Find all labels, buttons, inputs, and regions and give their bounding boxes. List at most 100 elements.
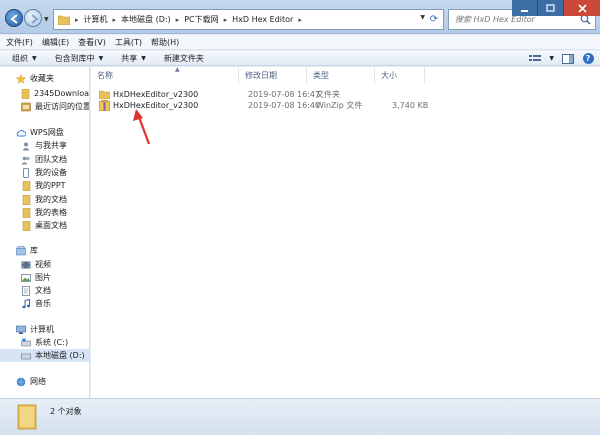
breadcrumb-pc-download[interactable]: PC下载网: [184, 14, 218, 25]
nav-item-label: 视频: [35, 260, 51, 269]
nav-item-local-disk-d[interactable]: 本地磁盘 (D:): [0, 349, 89, 362]
nav-libraries-label: 库: [30, 246, 38, 255]
nav-item-team-docs[interactable]: 团队文档: [0, 153, 89, 166]
nav-item-label: 图片: [35, 273, 51, 282]
nav-item-documents[interactable]: 文档: [0, 284, 89, 297]
nav-item-label: 与我共享: [35, 141, 67, 150]
file-date: 2019-07-08 16:40: [248, 101, 321, 110]
address-dropdown[interactable]: ▼: [420, 14, 425, 21]
minimize-button[interactable]: [512, 0, 538, 16]
nav-item-label: 文档: [35, 286, 51, 295]
nav-item-my-spreadsheets[interactable]: 我的表格: [0, 206, 89, 219]
nav-favorites[interactable]: 收藏夹: [0, 72, 89, 85]
help-button[interactable]: ?: [582, 53, 594, 64]
organize-button[interactable]: 组织 ▼: [12, 53, 37, 64]
menu-tools[interactable]: 工具(T): [115, 37, 142, 48]
chevron-down-icon: ▼: [32, 54, 37, 62]
title-address-bar: ▼ ▸ 计算机 ▸ 本地磁盘 (D:) ▸ PC下载网 ▸ HxD Hex Ed…: [0, 0, 600, 34]
nav-item-my-devices[interactable]: 我的设备: [0, 166, 89, 179]
minimize-icon: [521, 9, 528, 12]
menu-edit[interactable]: 编辑(E): [42, 37, 69, 48]
menu-help[interactable]: 帮助(H): [151, 37, 179, 48]
nav-item-label: 我的PPT: [35, 181, 66, 190]
nav-item-label: 我的表格: [35, 208, 67, 217]
nav-network[interactable]: 网络: [0, 375, 89, 388]
organize-label: 组织: [12, 53, 28, 63]
folder-icon: [17, 404, 37, 430]
preview-pane-icon[interactable]: [562, 53, 574, 64]
nav-item-videos[interactable]: 视频: [0, 258, 89, 271]
nav-item-desktop-docs[interactable]: 桌面文档: [0, 219, 89, 232]
share-label: 共享: [121, 53, 138, 63]
column-header-type[interactable]: 类型: [307, 67, 375, 84]
new-folder-button[interactable]: 新建文件夹: [164, 53, 204, 64]
address-bar[interactable]: ▸ 计算机 ▸ 本地磁盘 (D:) ▸ PC下载网 ▸ HxD Hex Edit…: [53, 9, 444, 30]
back-arrow-icon: [10, 14, 18, 24]
star-icon: [16, 73, 26, 84]
close-icon: [577, 3, 587, 13]
nav-item-music[interactable]: 音乐: [0, 297, 89, 310]
file-type: WinZip 文件: [316, 101, 363, 110]
maximize-button[interactable]: [538, 0, 564, 16]
command-toolbar: 组织 ▼ 包含到库中 ▼ 共享 ▼ 新建文件夹 ▼ ?: [0, 51, 600, 66]
back-button[interactable]: [5, 9, 23, 27]
nav-item-label: 2345Downloads: [34, 89, 90, 98]
breadcrumb-separator[interactable]: ▸: [224, 16, 228, 24]
column-header-size[interactable]: 大小: [375, 67, 425, 84]
menu-file[interactable]: 文件(F): [6, 37, 33, 48]
breadcrumb-drive-d[interactable]: 本地磁盘 (D:): [121, 14, 171, 25]
nav-item-pictures[interactable]: 图片: [0, 271, 89, 284]
toolbar-right-controls: ▼ ?: [529, 53, 594, 64]
forward-button[interactable]: [24, 9, 42, 27]
column-header-date[interactable]: 修改日期: [239, 67, 307, 84]
nav-item-recent-places[interactable]: 最近访问的位置: [0, 100, 90, 113]
shared-icon: [21, 141, 31, 151]
refresh-icon[interactable]: ⟳: [427, 13, 441, 27]
nav-computer[interactable]: 计算机: [0, 323, 89, 336]
breadcrumb-separator[interactable]: ▸: [113, 16, 117, 24]
nav-item-label: 我的文档: [35, 195, 67, 204]
document-icon: [21, 285, 31, 296]
include-in-library-button[interactable]: 包含到库中 ▼: [55, 53, 104, 64]
share-button[interactable]: 共享 ▼: [121, 53, 146, 64]
nav-favorites-label: 收藏夹: [30, 74, 54, 83]
library-icon: [16, 245, 26, 256]
folder-icon: [21, 180, 31, 191]
file-size: 3,740 KB: [392, 101, 429, 110]
folder-icon: [21, 220, 31, 231]
nav-item-label: 本地磁盘 (D:): [35, 351, 85, 360]
computer-icon: [16, 325, 26, 335]
navigation-pane: 收藏夹 2345Downloads 最近访问的位置 WPS网盘 与我共享 团队文…: [0, 67, 90, 398]
nav-item-label: 桌面文档: [35, 221, 67, 230]
music-icon: [21, 298, 31, 309]
nav-item-label: 最近访问的位置: [35, 102, 90, 111]
column-date-label: 修改日期: [245, 71, 277, 80]
nav-libraries[interactable]: 库: [0, 244, 89, 257]
nav-item-system-c[interactable]: 系统 (C:): [0, 336, 89, 349]
view-options-icon[interactable]: [529, 53, 542, 64]
breadcrumb-computer[interactable]: 计算机: [84, 14, 108, 25]
file-list: 名称 ▲ 修改日期 类型 大小 HxDHexEditor_v2300 2019-…: [91, 66, 600, 398]
file-name: HxDHexEditor_v2300: [113, 90, 199, 99]
menu-view[interactable]: 查看(V): [78, 37, 106, 48]
view-options-dropdown[interactable]: ▼: [549, 55, 554, 62]
maximize-icon: [546, 3, 555, 12]
nav-item-my-documents[interactable]: 我的文档: [0, 193, 89, 206]
nav-computer-label: 计算机: [30, 325, 54, 334]
nav-network-label: 网络: [30, 377, 46, 386]
nav-wps-cloud[interactable]: WPS网盘: [0, 126, 89, 139]
column-header-name[interactable]: 名称 ▲: [91, 66, 239, 84]
nav-item-2345downloads[interactable]: 2345Downloads: [0, 87, 90, 100]
nav-item-my-ppt[interactable]: 我的PPT: [0, 179, 89, 192]
breadcrumb-separator[interactable]: ▸: [176, 16, 180, 24]
folder-icon: [21, 194, 31, 205]
folder-icon: [21, 88, 30, 99]
table-row[interactable]: HxDHexEditor_v2300 2019-07-08 16:40 WinZ…: [95, 99, 515, 112]
close-button[interactable]: [564, 0, 600, 16]
nav-item-shared-with-me[interactable]: 与我共享: [0, 139, 89, 152]
breadcrumb-separator[interactable]: ▸: [75, 16, 79, 24]
breadcrumb-separator[interactable]: ▸: [298, 16, 302, 24]
recent-pages-dropdown[interactable]: ▼: [44, 16, 49, 23]
breadcrumb-hxd[interactable]: HxD Hex Editor: [232, 15, 293, 24]
item-count: 2 个对象: [50, 407, 82, 416]
